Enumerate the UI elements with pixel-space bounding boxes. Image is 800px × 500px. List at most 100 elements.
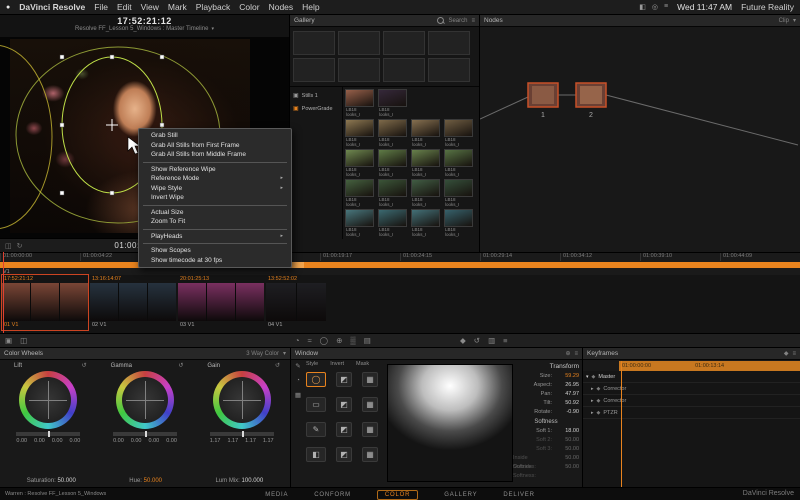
linear-window-style-button[interactable]: ▭ [306,397,326,412]
gallery-still[interactable]: LB18 looks_I [345,119,376,147]
options-icon[interactable]: ≡ [503,336,507,345]
mask-button[interactable]: ▦ [362,372,378,387]
gallery-still[interactable]: LB18 looks_I [378,149,409,177]
invert-button[interactable]: ◩ [336,372,352,387]
master-wheel-slider[interactable] [113,431,177,437]
context-menu-item[interactable]: Show Reference Wipe [139,165,291,175]
menubar-user[interactable]: Future Reality [741,2,794,12]
notification-icon[interactable]: ≡ [664,3,668,11]
key-icon[interactable]: ▤ [364,336,371,345]
gallery-search-label[interactable]: Search [448,18,467,24]
timeline-clip[interactable]: 17:52:21:12 01 V1 [1,274,89,331]
invert-button[interactable]: ◩ [336,422,352,437]
page-gallery[interactable]: GALLERY [444,492,477,498]
keyframe-track-ptzr-3[interactable]: ▸ ◆ PTZR [583,407,800,419]
hue-control[interactable]: Hue: 50.000 [129,478,162,484]
tracker-icon[interactable]: ⊕ [336,336,342,345]
circle-window-style-button[interactable]: ◯ [306,372,326,387]
menu-color[interactable]: Color [239,2,259,12]
context-menu-item[interactable]: Zoom To Fit [139,217,291,227]
menu-playback[interactable]: Playback [196,2,231,12]
transform-value[interactable]: 26.95 [555,381,579,390]
menu-file[interactable]: File [94,2,108,12]
camera-icon[interactable]: ▣ [5,336,12,345]
transform-value[interactable]: 59.29 [555,372,579,381]
polygon-window-style-button[interactable]: ✎ [306,422,326,437]
color-wheel[interactable] [212,371,271,429]
gallery-strip-icon[interactable]: ▥ [488,336,495,345]
refresh-icon[interactable]: ↺ [474,336,480,345]
reset-icon[interactable]: ↺ [275,362,280,369]
mask-button[interactable]: ▦ [362,397,378,412]
gallery-still[interactable]: LB18 looks_I [378,209,409,237]
context-menu-item[interactable]: Show Scopes [139,246,291,256]
reset-icon[interactable]: ↺ [178,362,183,369]
invert-button[interactable]: ◩ [336,447,352,462]
transform-value[interactable]: 18.00 [555,427,579,436]
gallery-still[interactable]: LB18 looks_I [378,119,409,147]
gallery-empty-slot[interactable] [338,58,380,82]
context-menu-item[interactable]: PlayHeads ▸ [139,232,291,242]
mask-button[interactable]: ▦ [362,422,378,437]
color-wheels-icon[interactable]: ◔ [295,336,300,345]
curves-icon[interactable]: ≈ [308,336,312,345]
timeline-ruler[interactable]: 01:00:00:0001:00:04:2201:00:09:2101:00:1… [0,252,800,276]
timeline-selector[interactable]: Resolve FF_Lesson 5_Windows : Master Tim… [0,26,289,32]
caret-icon[interactable]: ▸ [591,386,594,392]
apple-menu-icon[interactable]: ● [6,4,10,11]
page-conform[interactable]: CONFORM [314,492,351,498]
context-menu-item[interactable]: Actual Size [139,208,291,218]
menu-nodes[interactable]: Nodes [269,2,294,12]
transform-value[interactable]: -0.90 [555,408,579,417]
keyframe-playhead[interactable] [621,361,622,487]
transform-value[interactable]: 50.00 [555,445,579,454]
gallery-still[interactable]: LB18 looks_I [378,179,409,207]
menu-mark[interactable]: Mark [168,2,187,12]
gallery-empty-slot[interactable] [428,31,470,55]
master-wheel-slider[interactable] [16,431,81,437]
wheel-mode-selector[interactable]: 3 Way Color [246,351,279,357]
transform-value[interactable]: 50.92 [555,399,579,408]
gallery-empty-slot[interactable] [293,31,335,55]
gallery-still[interactable]: LB18 looks_I [444,209,475,237]
color-wheel[interactable] [116,371,174,429]
invert-button[interactable]: ◩ [336,397,352,412]
gallery-empty-slot[interactable] [428,58,470,82]
gallery-empty-slot[interactable] [383,58,425,82]
keyframe-ruler[interactable]: 01:00:00:00 01:00:13:14 [619,361,800,371]
gallery-still[interactable]: LB18 looks_I [345,89,376,117]
gallery-still[interactable]: LB18 looks_I [345,149,376,177]
gallery-folder-stills-1[interactable]: ▣ Stills 1 [290,89,342,102]
gallery-still[interactable]: LB18 looks_I [411,119,442,147]
keyframe-icon[interactable]: ◆ [784,350,789,357]
wifi-icon[interactable]: ◎ [652,3,658,11]
caret-icon[interactable]: ▸ [591,398,594,404]
saturation-control[interactable]: Saturation: 50.000 [27,478,76,484]
timeline-clip[interactable]: 13:16:14:07 02 V1 [90,275,176,330]
pencil-icon[interactable]: ✎ [295,362,300,370]
mask-button[interactable]: ▦ [362,447,378,462]
add-window-icon[interactable]: ⊕ [565,350,570,357]
blur-icon[interactable]: ▒ [350,336,355,345]
gallery-still[interactable]: LB18 looks_I [444,179,475,207]
context-menu-item[interactable]: Grab All Stills from Middle Frame [139,150,291,160]
options-icon[interactable]: ≡ [574,351,578,357]
context-menu-item[interactable]: Reference Mode ▸ [139,174,291,184]
timeline-clip[interactable]: 13:52:52:02 04 V1 [266,275,326,330]
context-menu-item[interactable]: Show timecode at 30 fps [139,256,291,266]
menu-edit[interactable]: Edit [117,2,132,12]
context-menu-item[interactable]: Grab All Stills from First Frame [139,141,291,151]
gallery-still[interactable]: LB18 looks_I [444,119,475,147]
transform-value[interactable]: 50.00 [557,463,579,472]
gallery-empty-slot[interactable] [383,31,425,55]
display-icon[interactable]: ◧ [639,3,646,11]
gallery-empty-slot[interactable] [338,31,380,55]
timeline-scrubber[interactable] [0,262,800,268]
gallery-still[interactable]: LB18 looks_I [444,149,475,177]
gallery-still[interactable]: LB18 looks_I [378,89,409,117]
caret-icon[interactable]: ▸ [591,410,594,416]
gallery-empty-slot[interactable] [293,58,335,82]
playhead[interactable] [3,252,4,333]
menu-help[interactable]: Help [302,2,319,12]
caret-icon[interactable]: ▾ [586,374,589,380]
